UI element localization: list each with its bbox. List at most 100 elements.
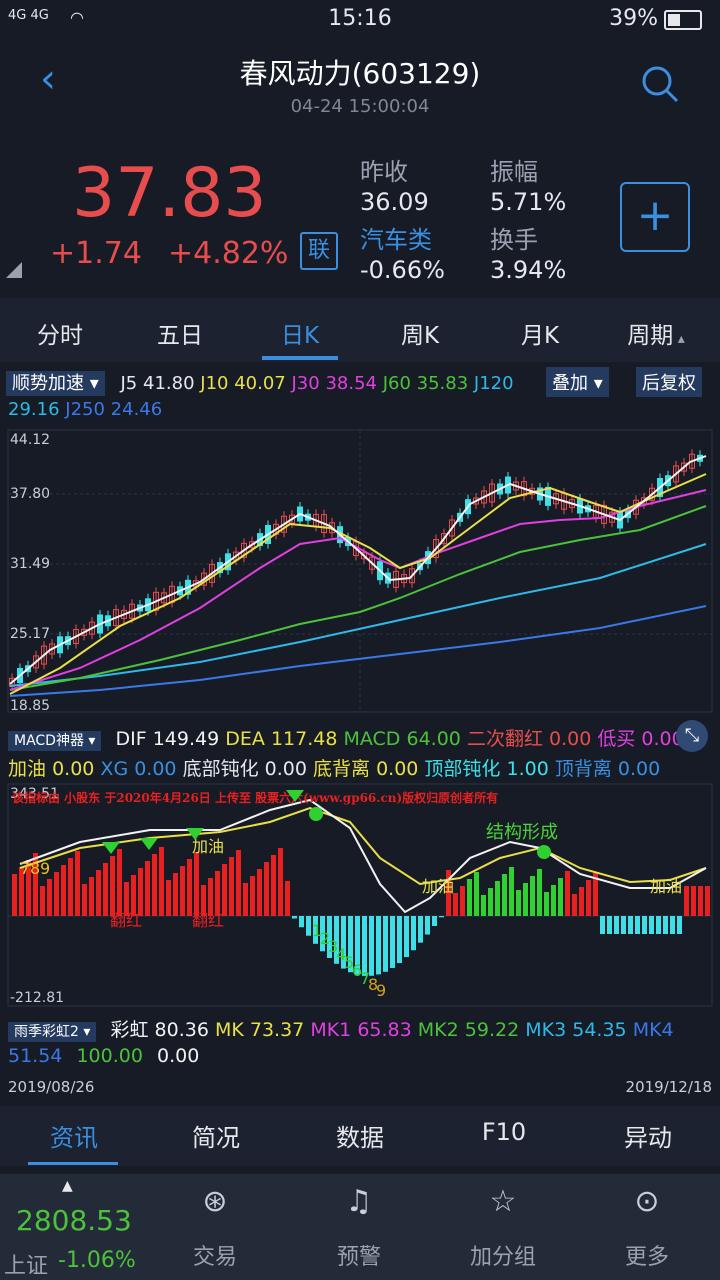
macd-bar xyxy=(649,916,654,934)
price-change: +1.74 xyxy=(50,236,142,271)
tab-f10[interactable]: F10 xyxy=(444,1118,564,1146)
last-price: 37.83 xyxy=(72,154,267,233)
macd-indicator-select[interactable]: MACD神器 ▾ xyxy=(8,731,102,751)
prev-close-value: 36.09 xyxy=(360,188,429,216)
macd-dif-line xyxy=(19,798,707,914)
tab-data[interactable]: 数据 xyxy=(300,1118,420,1153)
battery-icon xyxy=(664,10,702,30)
overlay-label: 叠加 xyxy=(552,373,588,394)
amplitude-value: 5.71% xyxy=(490,188,567,216)
second-red-value: 0.00 xyxy=(549,728,592,750)
macd-bar xyxy=(439,916,444,918)
turnover-label: 换手 xyxy=(490,226,538,254)
search-icon[interactable] xyxy=(640,64,680,104)
tab-movement[interactable]: 异动 xyxy=(588,1118,708,1153)
tab-overview[interactable]: 简况 xyxy=(156,1118,276,1153)
macd-bar xyxy=(467,879,472,916)
macd-bar xyxy=(621,916,626,934)
header: ‹ 春风动力(603129) 04-24 15:00:04 xyxy=(0,38,720,130)
macd-bar xyxy=(166,880,171,916)
tab-period[interactable]: 周期 ▴ xyxy=(596,316,716,350)
tab-intraday[interactable]: 分时 xyxy=(0,316,120,350)
macd-bar xyxy=(376,916,381,975)
nav-alert[interactable]: ♫ 预警 xyxy=(304,1184,414,1271)
macd-bar xyxy=(530,876,535,916)
macd-bar xyxy=(383,916,388,972)
expand-icon[interactable]: ⤡ xyxy=(676,720,708,752)
tab-daily-k[interactable]: 日K xyxy=(240,316,360,350)
macd-bar xyxy=(600,916,605,934)
macd-bar xyxy=(257,869,262,916)
macd-bar xyxy=(61,865,66,916)
corner-triangle-icon xyxy=(6,262,22,278)
macd-bar xyxy=(145,861,150,916)
digit: 7 xyxy=(20,859,30,878)
macd-bar xyxy=(670,916,675,934)
annotation-fanhong-1: 翻红 xyxy=(110,911,142,930)
add-oil-label: 加油 xyxy=(8,758,47,780)
annotation-jiayou-3: 加油 xyxy=(650,877,682,896)
rainbow-extra-2: 0.00 xyxy=(156,1045,200,1067)
indicator-select[interactable]: 顺势加速 ▾ xyxy=(6,371,105,396)
y-label-top: 44.12 xyxy=(10,432,50,448)
macd-bar xyxy=(558,878,563,916)
macd-bar xyxy=(292,916,297,919)
annotation-fanhong-2: 翻红 xyxy=(192,911,224,930)
index-name: 上证 xyxy=(4,1254,49,1279)
overlay-select[interactable]: 叠加 ▾ xyxy=(546,367,609,397)
sector-link[interactable]: 汽车类 xyxy=(360,220,432,255)
macd-bar xyxy=(180,866,185,916)
tab-monthly-k[interactable]: 月K xyxy=(480,316,600,350)
macd-bar xyxy=(453,893,458,916)
macd-value: 64.00 xyxy=(406,728,461,750)
xg-label: XG xyxy=(100,758,129,780)
mk-label: MK xyxy=(214,1019,244,1041)
caret-up-icon: ▲ xyxy=(62,1178,73,1194)
more-icon: ⊙ xyxy=(634,1184,660,1219)
macd-bar xyxy=(75,851,80,916)
top-dull-label: 顶部钝化 xyxy=(424,758,501,780)
macd-bar xyxy=(131,875,136,916)
tab-five-day[interactable]: 五日 xyxy=(120,316,240,350)
rainbow-value: 80.36 xyxy=(154,1019,209,1041)
amplitude-label: 振幅 xyxy=(490,158,538,186)
y-label-3: 31.49 xyxy=(10,556,50,572)
macd-bar xyxy=(138,868,143,916)
status-bar: 4G 4G ◠ 15:16 39% xyxy=(0,0,720,38)
nav-add-group[interactable]: ☆ 加分组 xyxy=(448,1184,558,1271)
rainbow-extra-1: 100.00 xyxy=(76,1045,143,1067)
dea-value: 117.48 xyxy=(270,728,338,750)
rainbow-indicator-select[interactable]: 雨季彩虹2 ▾ xyxy=(8,1022,97,1042)
macd-bar xyxy=(194,852,199,916)
macd-bar xyxy=(222,864,227,916)
j30-label: J30 xyxy=(291,373,320,394)
nav-add-group-label: 加分组 xyxy=(469,1245,536,1270)
restore-button[interactable]: 后复权 xyxy=(636,367,702,397)
j250-value: 24.46 xyxy=(110,399,163,420)
tab-news[interactable]: 资讯 xyxy=(14,1118,134,1153)
nav-trade[interactable]: ⊛ 交易 xyxy=(160,1184,270,1271)
mk4-value: 51.54 xyxy=(8,1045,63,1067)
watermark-text: 该指标由 小股东 于2020年4月26日 上传至 股票六六(www.gp66.c… xyxy=(12,790,498,805)
nav-alert-label: 预警 xyxy=(336,1245,381,1270)
macd-bar xyxy=(411,916,416,951)
star-icon: ☆ xyxy=(489,1184,517,1219)
nav-more[interactable]: ⊙ 更多 xyxy=(592,1184,702,1271)
macd-label: MACD xyxy=(343,728,401,750)
sector-change: -0.66% xyxy=(360,256,445,284)
macd-bar xyxy=(215,871,220,916)
tab-weekly-k[interactable]: 周K xyxy=(360,316,480,350)
quote-panel: 37.83 +1.74 +4.82% 联 昨收 36.09 汽车类 -0.66%… xyxy=(0,130,720,298)
active-info-tab-indicator xyxy=(28,1162,118,1165)
tab-period-label: 周期 xyxy=(627,323,674,349)
macd-bar xyxy=(96,870,101,916)
macd-bar xyxy=(187,859,192,916)
index-value[interactable]: 2808.53 xyxy=(16,1204,132,1237)
add-oil-value: 0.00 xyxy=(52,758,95,780)
lian-button[interactable]: 联 xyxy=(300,232,338,270)
macd-bar xyxy=(656,916,661,934)
add-watchlist-button[interactable]: + xyxy=(620,182,690,252)
info-tabs: 资讯 简况 数据 F10 异动 xyxy=(0,1106,720,1166)
mk1-value: 65.83 xyxy=(357,1019,412,1041)
chart-area[interactable]: 44.12 37.80 31.49 25.17 18.85 343.51 -21… xyxy=(0,428,720,1078)
